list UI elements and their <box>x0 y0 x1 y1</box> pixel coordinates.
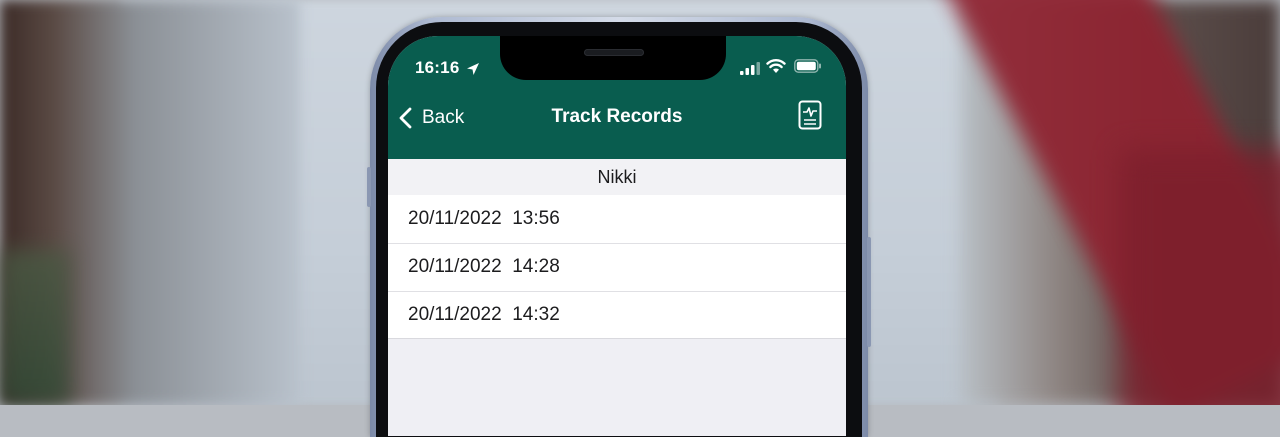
list-item[interactable]: 20/11/2022 14:32 <box>388 291 846 339</box>
phone-screen: 16:16 Back Track Records Nikki 20/11/202… <box>388 36 846 436</box>
record-datetime: 20/11/2022 14:28 <box>408 256 560 277</box>
phone-device: 16:16 Back Track Records Nikki 20/11/202… <box>367 17 871 437</box>
record-datetime: 20/11/2022 14:32 <box>408 304 560 325</box>
notch <box>500 36 726 80</box>
record-datetime: 20/11/2022 13:56 <box>408 208 560 229</box>
page-title: Track Records <box>551 106 683 127</box>
app-header: 16:16 Back Track Records <box>388 36 846 159</box>
document-chart-icon[interactable] <box>798 100 822 130</box>
battery-icon <box>794 59 821 73</box>
speaker-grille <box>584 49 644 56</box>
list-item[interactable]: 20/11/2022 14:28 <box>388 243 846 291</box>
records-list: 20/11/2022 13:56 20/11/2022 14:28 20/11/… <box>388 195 846 339</box>
list-divider <box>388 338 846 339</box>
side-button <box>867 237 871 347</box>
cellular-signal-icon <box>740 62 760 75</box>
status-time: 16:16 <box>415 58 460 77</box>
volume-button <box>367 167 371 207</box>
section-header: Nikki <box>388 159 846 195</box>
wifi-icon <box>766 59 786 73</box>
list-item[interactable]: 20/11/2022 13:56 <box>388 195 846 243</box>
location-arrow-icon <box>467 63 479 75</box>
